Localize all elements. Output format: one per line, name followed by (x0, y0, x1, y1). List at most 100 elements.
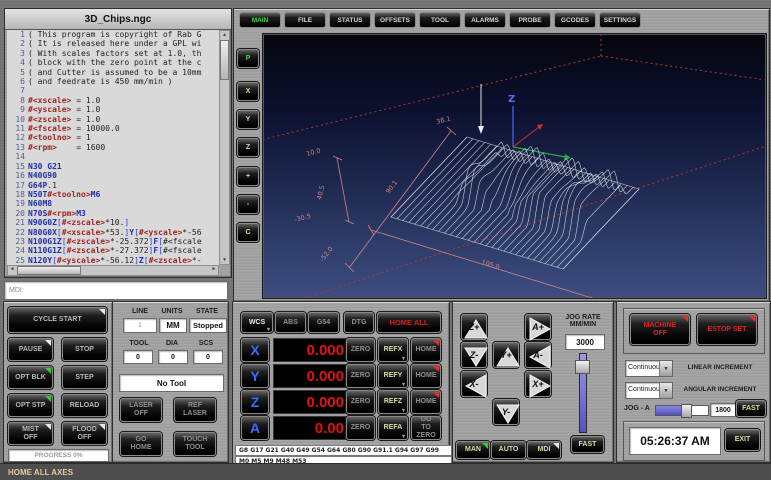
code-line[interactable]: 10#<zscale> = 1.0 (7, 115, 219, 124)
jog-fast-button[interactable]: FAST (571, 436, 604, 453)
tab-tool[interactable]: TOOL (419, 12, 461, 28)
angular-increment-select[interactable]: Continuous ▼ (625, 382, 673, 399)
estop-button[interactable]: ESTOP SET (697, 314, 757, 345)
preview-button-z[interactable]: Z (237, 138, 259, 157)
home-all-button[interactable]: HOME ALL (377, 312, 441, 333)
code-line[interactable]: 12#<toolno> = 1 (7, 133, 219, 142)
pause-button[interactable]: PAUSE (8, 338, 53, 361)
stop-button[interactable]: STOP (62, 338, 107, 361)
jog-x-minusplus-button[interactable]: X+ (525, 371, 551, 397)
mode-mdi-button[interactable]: MDI (527, 441, 561, 459)
gremlin-3d-preview[interactable]: 10.0 40.5 -30.5 -52.0 90.1 38.1 105.0 Z (262, 33, 767, 299)
home-y-button[interactable]: HOME (411, 364, 441, 388)
code-line[interactable]: 17G64P.1 (7, 181, 219, 190)
axis-letter-y[interactable]: Y (241, 364, 269, 388)
code-line[interactable]: 3( With scales factors set at 1.0, th (7, 49, 219, 58)
dtg-button[interactable]: DTG (344, 312, 374, 333)
code-line[interactable]: 16N40G90 (7, 171, 219, 180)
gcode-editor[interactable]: 1( This program is copyright of Rab G2( … (7, 30, 219, 265)
code-line[interactable]: 4( block with the zero point at the c (7, 58, 219, 67)
jog-x-minus-button[interactable]: X- (461, 371, 487, 397)
slider-handle[interactable] (681, 404, 692, 418)
step-button[interactable]: STEP (62, 366, 107, 389)
code-line[interactable]: 21N90G0Z[#<zscale>*10.] (7, 218, 219, 227)
tab-settings[interactable]: SETTINGS (599, 12, 641, 28)
jog-y-minusplus-button[interactable]: Y+ (493, 342, 519, 368)
code-line[interactable]: 5( and Cutter is assumed to be a 10mm (7, 68, 219, 77)
laser-button[interactable]: LASER OFF (120, 398, 162, 422)
go-home-button[interactable]: GO HOME (120, 432, 162, 456)
ref-z-button[interactable]: REFZ▾ (378, 390, 408, 414)
wcs-dropdown-button[interactable]: WCS▾ (241, 312, 273, 333)
ref-laser-button[interactable]: REF LASER (174, 398, 216, 422)
jog-rate-value[interactable]: 3000 (565, 334, 605, 350)
slider-handle[interactable] (575, 360, 590, 374)
cycle-start-button[interactable]: CYCLE START (8, 307, 107, 333)
code-line[interactable]: 19N60M8 (7, 199, 219, 208)
abs-button[interactable]: ABS (275, 312, 306, 333)
mode-man-button[interactable]: MAN (456, 441, 490, 459)
scroll-left-icon[interactable]: ◄ (9, 266, 15, 273)
code-line[interactable]: 2( It is released here under a GPL wi (7, 39, 219, 48)
optional-stop-button[interactable]: OPT STP (8, 394, 53, 417)
tab-gcodes[interactable]: GCODES (554, 12, 596, 28)
code-line[interactable]: 25N120Y[#<yscale>*-56.12]Z[#<zscale>*- (7, 256, 219, 265)
preview-button--[interactable]: - (237, 195, 259, 214)
code-line[interactable]: 1( This program is copyright of Rab G (7, 30, 219, 39)
tab-status[interactable]: STATUS (329, 12, 371, 28)
axis-letter-z[interactable]: Z (241, 390, 269, 414)
code-line[interactable]: 7 (7, 86, 219, 95)
mist-button[interactable]: MIST OFF (8, 422, 53, 445)
code-line[interactable]: 23N100G1Z[#<zscale>*-25.372]F[#<fscale (7, 237, 219, 246)
reload-button[interactable]: RELOAD (62, 394, 107, 417)
code-line[interactable]: 13#<rpm> = 1600 (7, 143, 219, 152)
code-line[interactable]: 9#<yscale> = 1.0 (7, 105, 219, 114)
jog-a-slider[interactable] (655, 405, 709, 416)
zero-y-button[interactable]: ZERO (346, 364, 375, 388)
jog-z-minus-button[interactable]: Z- (461, 342, 487, 368)
axis-letter-x[interactable]: X (241, 338, 269, 362)
jog-a-value[interactable]: 1800 (710, 403, 736, 417)
jog-a-minus-button[interactable]: A- (525, 342, 551, 368)
exit-button[interactable]: EXIT (725, 429, 760, 451)
jog-rate-slider[interactable] (575, 353, 589, 431)
flood-button[interactable]: FLOOD OFF (62, 422, 107, 445)
home-a-button[interactable]: GO TO ZERO (411, 416, 441, 440)
code-line[interactable]: 22N80G0X[#<xscale>*53.]Y[#<yscale>*-56 (7, 228, 219, 237)
code-vertical-scrollbar[interactable]: ▲ ▼ (219, 30, 230, 265)
jog-z-minusplus-button[interactable]: Z+ (461, 314, 487, 340)
code-line[interactable]: 14 (7, 152, 219, 161)
linear-increment-select[interactable]: Continuous ▼ (625, 360, 673, 377)
mdi-input[interactable]: MDI: (4, 281, 228, 300)
optional-block-button[interactable]: OPT BLK (8, 366, 53, 389)
tab-probe[interactable]: PROBE (509, 12, 551, 28)
ref-y-button[interactable]: REFY▾ (378, 364, 408, 388)
code-line[interactable]: 15N30 G21 (7, 162, 219, 171)
ref-x-button[interactable]: REFX▾ (378, 338, 408, 362)
ref-a-button[interactable]: REFA▾ (378, 416, 408, 440)
preview-button-c[interactable]: C (237, 223, 259, 242)
axis-letter-a[interactable]: A (241, 416, 269, 440)
chevron-down-icon[interactable]: ▼ (659, 361, 672, 376)
code-line[interactable]: 8#<xscale> = 1.0 (7, 96, 219, 105)
code-line[interactable]: 6( and feedrate is 450 mm/min ) (7, 77, 219, 86)
code-line[interactable]: 18N50T#<toolno>M6 (7, 190, 219, 199)
jog-a-minusplus-button[interactable]: A+ (525, 314, 551, 340)
mode-auto-button[interactable]: AUTO (491, 441, 526, 459)
zero-x-button[interactable]: ZERO (346, 338, 375, 362)
preview-button-p[interactable]: P (237, 49, 259, 68)
preview-button-+[interactable]: + (237, 167, 259, 186)
tab-alarms[interactable]: ALARMS (464, 12, 506, 28)
code-horizontal-scrollbar[interactable]: ◄ ► (7, 265, 219, 276)
jog-y-minus-button[interactable]: Y- (493, 399, 519, 425)
tab-main[interactable]: MAIN (239, 12, 281, 28)
code-line[interactable]: 20N70S#<rpm>M3 (7, 209, 219, 218)
chevron-down-icon[interactable]: ▼ (659, 383, 672, 398)
zero-z-button[interactable]: ZERO (346, 390, 375, 414)
code-line[interactable]: 24N110G1Z[#<zscale>*-27.372]F[#<fscale (7, 246, 219, 255)
scroll-right-icon[interactable]: ► (211, 266, 217, 273)
preview-button-y[interactable]: Y (237, 110, 259, 129)
tab-offsets[interactable]: OFFSETS (374, 12, 416, 28)
zero-a-button[interactable]: ZERO (346, 416, 375, 440)
preview-button-x[interactable]: X (237, 82, 259, 101)
